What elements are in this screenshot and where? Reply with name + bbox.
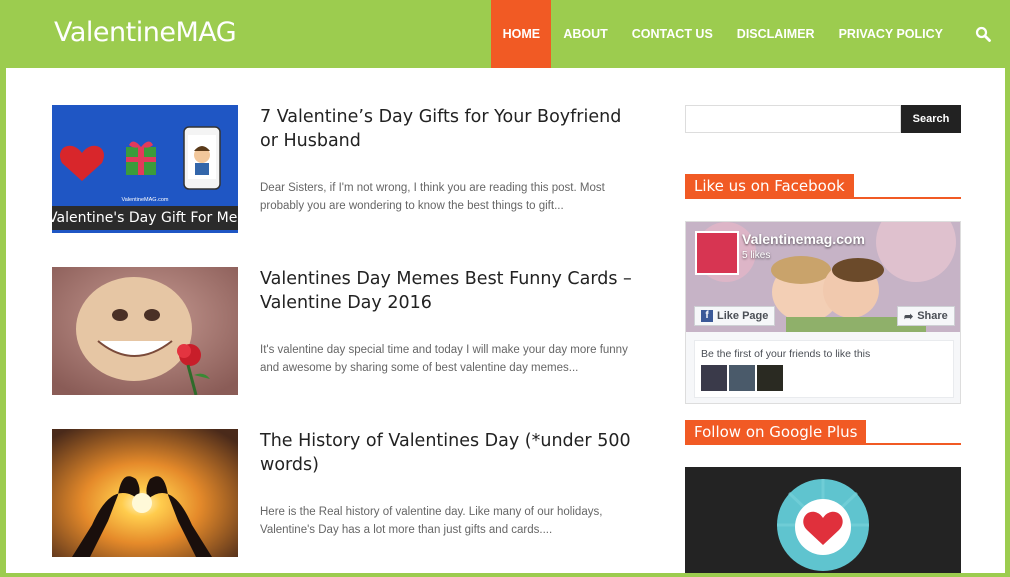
search-button[interactable]: Search [901,105,961,133]
post-item: ValentineMAG.com Valentine's Day Gift Fo… [52,105,652,235]
avatar[interactable] [729,365,755,391]
fb-likes-count: 5 likes [742,250,771,261]
nav-home[interactable]: HOME [491,0,552,68]
sidebar: Search Like us on Facebook Valentinemag.… [685,68,961,573]
post-title[interactable]: Valentines Day Memes Best Funny Cards – … [260,267,640,315]
post-thumbnail[interactable] [52,429,238,557]
post-item: The History of Valentines Day (*under 50… [52,429,652,559]
facebook-widget-title: Like us on Facebook [685,174,961,199]
avatar[interactable] [757,365,783,391]
facebook-widget-title-text: Like us on Facebook [685,174,854,197]
search-input[interactable] [685,105,901,133]
site-header: ValentineMAG HOME ABOUT CONTACT US DISCL… [0,0,1010,68]
facebook-page-widget: Valentinemag.com 5 likes f Like Page ➦ S… [685,221,961,404]
nav-privacy-policy[interactable]: PRIVACY POLICY [827,0,955,68]
nav-contact-us[interactable]: CONTACT US [620,0,725,68]
post-excerpt: Dear Sisters, if I'm not wrong, I think … [260,182,605,212]
post-title[interactable]: 7 Valentine’s Day Gifts for Your Boyfrie… [260,105,640,153]
nav-about[interactable]: ABOUT [551,0,619,68]
fb-friends-panel: Be the first of your friends to like thi… [694,340,954,398]
thumb-watermark: ValentineMAG.com [122,197,169,203]
fb-page-thumbnail[interactable] [695,231,739,275]
fb-share-label: Share [917,310,948,322]
fb-like-page-label: Like Page [717,310,769,322]
main-nav: HOME ABOUT CONTACT US DISCLAIMER PRIVACY… [491,0,1010,68]
post-title[interactable]: The History of Valentines Day (*under 50… [260,429,640,477]
heart-badge-icon [685,467,961,573]
site-logo[interactable]: ValentineMAG [54,17,237,48]
share-icon: ➦ [904,310,914,323]
fb-share-button[interactable]: ➦ Share [897,306,955,326]
fb-page-name[interactable]: Valentinemag.com [742,231,865,247]
main-content: ValentineMAG.com Valentine's Day Gift Fo… [6,68,1005,573]
fb-like-page-button[interactable]: f Like Page [694,306,776,326]
post-item: Valentines Day Memes Best Funny Cards – … [52,267,652,397]
google-plus-widget[interactable] [685,467,961,573]
fb-friends-text: Be the first of your friends to like thi… [701,348,871,360]
post-thumbnail[interactable]: ValentineMAG.com Valentine's Day Gift Fo… [52,105,238,233]
post-excerpt: Here is the Real history of valentine da… [260,506,603,536]
google-plus-widget-title-text: Follow on Google Plus [685,420,867,443]
facebook-icon: f [701,310,713,322]
google-plus-widget-title: Follow on Google Plus [685,420,961,445]
search-icon[interactable] [955,0,1010,68]
post-thumbnail[interactable] [52,267,238,395]
post-excerpt: It's valentine day special time and toda… [260,344,628,374]
thumb-caption: Valentine's Day Gift For Men [52,210,238,226]
avatar[interactable] [701,365,727,391]
nav-disclaimer[interactable]: DISCLAIMER [725,0,827,68]
fb-cover-image[interactable]: Valentinemag.com 5 likes f Like Page ➦ S… [686,222,960,332]
